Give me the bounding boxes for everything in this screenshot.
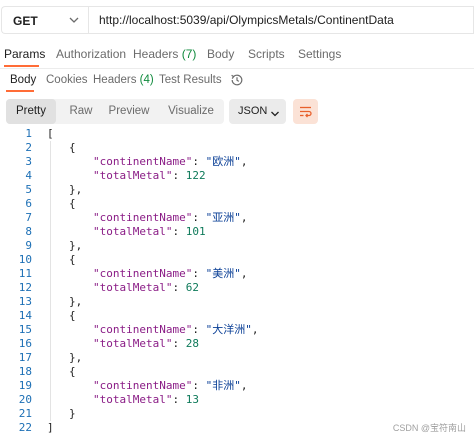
line-number: 11 [18,267,32,280]
line-number: 3 [25,155,32,168]
url-bar: GET http://localhost:5039/api/OlympicsMe… [0,0,474,40]
wrap-lines-button[interactable] [293,99,318,124]
line-number: 12 [18,281,32,294]
code-line: "continentName": "亚洲", [93,211,248,224]
line-number: 19 [18,379,32,392]
method-select[interactable]: GET [1,6,88,34]
line-number: 14 [18,309,32,322]
json-number-value: 13 [185,393,199,406]
response-tab-body[interactable]: Body [10,74,36,86]
tab-authorization[interactable]: Authorization [56,47,126,61]
code-line: { [69,253,76,266]
indent-guide [50,141,51,421]
code-line: }, [69,351,83,364]
tab-params[interactable]: Params [4,47,45,61]
code-line: ] [47,421,54,434]
code-line: "continentName": "大洋洲", [93,323,259,336]
line-number: 17 [18,351,32,364]
response-tab-headers[interactable]: Headers (4) [93,74,154,86]
code-line: { [69,365,76,378]
json-string-value: "欧洲" [205,155,241,168]
response-headers-count: (4) [139,74,154,86]
json-number-value: 28 [185,337,199,350]
watermark: CSDN @宝符南山 [392,423,466,433]
visualize-button[interactable]: Visualize [158,99,224,124]
line-number: 21 [18,407,32,420]
tab-settings[interactable]: Settings [298,47,341,61]
line-number: 1 [25,127,32,140]
method-label: GET [13,14,38,28]
preview-button[interactable]: Preview [104,99,154,124]
response-tabs: Body Cookies Headers (4) Test Results [0,68,474,92]
line-number: 9 [25,239,32,252]
code-line: "continentName": "美洲", [93,267,248,280]
text-wrap-icon [298,104,313,124]
line-number: 5 [25,183,32,196]
raw-button[interactable]: Raw [58,99,104,124]
code-line: { [69,197,76,210]
line-number: 4 [25,169,32,182]
line-number: 8 [25,225,32,238]
tab-scripts[interactable]: Scripts [248,47,285,61]
json-string-value: "非洲" [205,379,241,392]
response-tab-cookies[interactable]: Cookies [46,74,88,86]
response-tab-test-results[interactable]: Test Results [159,74,222,86]
language-select-label: JSON [238,105,268,117]
code-line: "totalMetal": 62 [93,281,199,294]
headers-count: (7) [181,47,197,61]
tab-headers[interactable]: Headers (7) [133,47,196,61]
pretty-button[interactable]: Pretty [6,99,56,124]
json-string-value: "亚洲" [205,211,241,224]
json-string-value: "美洲" [205,267,241,280]
url-text: http://localhost:5039/api/OlympicsMetals… [99,13,394,27]
code-line: }, [69,295,83,308]
line-number: 16 [18,337,32,350]
code-line: "totalMetal": 28 [93,337,199,350]
line-number: 6 [25,197,32,210]
code-line: } [69,407,76,420]
code-line: }, [69,239,83,252]
chevron-down-icon [68,12,80,33]
code-line: "continentName": "非洲", [93,379,248,392]
active-tab-indicator [4,65,39,67]
code-line: "totalMetal": 122 [93,169,206,182]
code-line: { [69,309,76,322]
url-input[interactable]: http://localhost:5039/api/OlympicsMetals… [88,6,474,34]
code-line: { [69,141,76,154]
json-string-value: "大洋洲" [205,323,252,336]
json-number-value: 62 [185,281,199,294]
line-number: 7 [25,211,32,224]
code-line: "totalMetal": 101 [93,225,206,238]
line-number: 10 [18,253,32,266]
chevron-down-icon [270,106,280,124]
response-active-tab-indicator [6,90,34,92]
history-icon[interactable] [230,73,244,92]
response-body-editor[interactable]: 1 2 3 4 5 6 7 8 9 10 11 12 13 14 15 16 1… [0,127,474,434]
line-number: 2 [25,141,32,154]
code-line: }, [69,183,83,196]
json-number-value: 122 [185,169,206,182]
line-number: 18 [18,365,32,378]
json-number-value: 101 [185,225,206,238]
line-number: 22 [18,421,32,434]
tab-body[interactable]: Body [207,47,234,61]
code-line: [ [47,127,54,140]
line-number: 15 [18,323,32,336]
code-line: "continentName": "欧洲", [93,155,248,168]
line-number: 20 [18,393,32,406]
format-mode-group: Pretty Raw Preview Visualize [6,99,224,124]
line-number: 13 [18,295,32,308]
request-tabs: Params Authorization Headers (7) Body Sc… [0,42,474,69]
code-line: "totalMetal": 13 [93,393,199,406]
language-select[interactable]: JSON [229,99,286,124]
